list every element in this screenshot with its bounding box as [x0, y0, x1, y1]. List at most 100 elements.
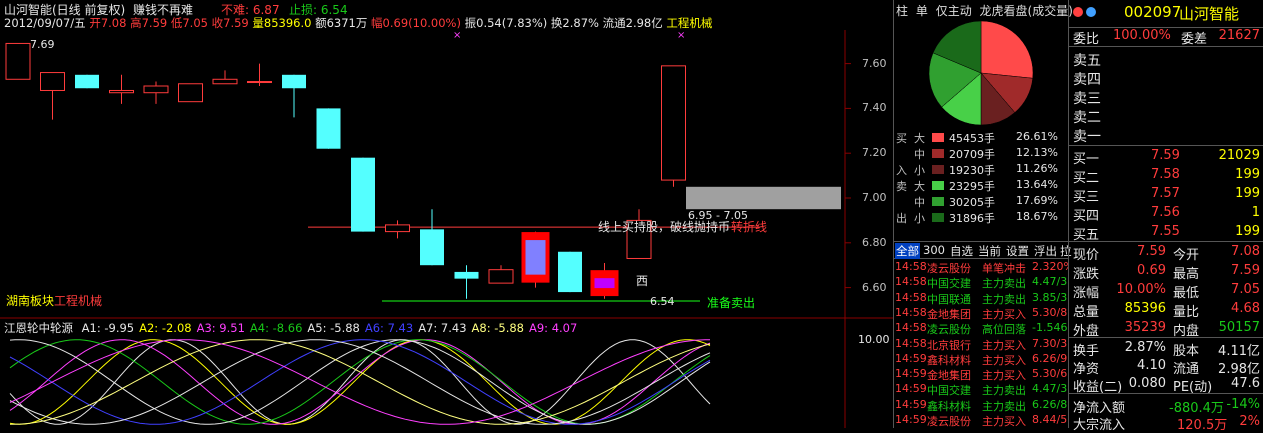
- alert-row[interactable]: 14:59 金地集团 主力买入 5.30/6: [894, 367, 1069, 382]
- top-price-label: 7.69: [30, 38, 55, 51]
- flow-side-label: 卖: [896, 180, 907, 193]
- filter-watchlist[interactable]: 自选: [950, 243, 973, 259]
- alert-stock: 金地集团: [927, 307, 971, 321]
- buy-level: 买二 7.58 199: [1069, 167, 1263, 186]
- alert-time: 14:58: [895, 305, 927, 319]
- kline-chart-panel[interactable]: × × 山河智能(日线 前复权) 赚钱不再难 不难: 6.87 止损: 6.54 …: [0, 0, 893, 428]
- candle: [282, 74, 306, 118]
- alert-action: 主力买入: [982, 307, 1026, 321]
- tab-bar[interactable]: 柱: [894, 2, 910, 19]
- alert-time: 14:59: [895, 382, 927, 396]
- buy-level-volume: 199: [1235, 186, 1260, 201]
- flow-volume: 19230手: [949, 164, 995, 177]
- candle: [661, 65, 686, 187]
- stat-label: 最低: [1173, 286, 1200, 301]
- stock-code: 002097: [1124, 3, 1182, 21]
- flow-percent: 26.61%: [1016, 130, 1058, 143]
- price-tick-label: 6.60: [862, 280, 887, 294]
- indicator-axis-label: 10.00: [858, 333, 890, 346]
- alert-action: 单笔冲击: [982, 262, 1026, 275]
- stat-label: 换手: [1073, 344, 1100, 359]
- tab-single[interactable]: 单: [914, 2, 930, 19]
- alert-row[interactable]: 14:59 凌云股份 主力买入 8.44/5: [894, 413, 1069, 428]
- buy-level: 买五 7.55 199: [1069, 224, 1263, 243]
- candle: [178, 83, 203, 103]
- date-label: 2012/09/07/五: [4, 16, 86, 30]
- alert-action: 主力买入: [982, 338, 1026, 352]
- net-flow-pct: -14%: [1226, 397, 1260, 412]
- filter-current[interactable]: 当前: [978, 243, 1001, 259]
- stat-value: 50157: [1218, 320, 1260, 335]
- flow-row: 卖大 23295手 13.64%: [894, 178, 1069, 193]
- price-tick-label: 6.80: [862, 235, 887, 249]
- filter-300[interactable]: 300: [923, 243, 945, 257]
- stat-value: 47.6: [1231, 376, 1260, 391]
- buy-level-volume: 199: [1235, 167, 1260, 182]
- alert-action: 主力卖出: [982, 277, 1026, 291]
- buy-level-volume: 199: [1235, 224, 1260, 239]
- flow-pie-chart: [928, 20, 1034, 126]
- flow-row: 出小 31896手 18.67%: [894, 210, 1069, 225]
- alert-row[interactable]: 14:58 中国联通 主力卖出 3.85/3: [894, 291, 1069, 306]
- alert-stock: 中国联通: [927, 292, 971, 306]
- price-tick-label: 7.00: [862, 191, 887, 204]
- filter-all[interactable]: 全部: [895, 243, 920, 259]
- alert-row[interactable]: 14:58 北京银行 主力买入 7.30/3: [894, 337, 1069, 352]
- tab-active-only[interactable]: 仅主动: [934, 2, 974, 19]
- range-box: [686, 186, 841, 210]
- alert-row[interactable]: 14:59 鑫科材料 主力买入 6.26/9: [894, 352, 1069, 367]
- sell-level-label: 卖三: [1073, 91, 1101, 107]
- stat-label: 最高: [1173, 267, 1200, 282]
- indicator-value: A2: -2.08: [139, 321, 192, 335]
- buy-level-price: 7.56: [1151, 205, 1180, 220]
- flow-row: 中 20709手 12.13%: [894, 146, 1069, 161]
- alert-row[interactable]: 14:58凌云股份单笔冲击 2.320%: [894, 260, 1069, 275]
- ohlc-info-row: 2012/09/07/五 开7.08 高7.59 低7.05 收7.59 量85…: [4, 15, 712, 31]
- alert-value: 6.26/9: [1032, 351, 1068, 365]
- turnover-label: 换2.87%: [550, 16, 599, 30]
- tab-dragon-tiger[interactable]: 龙虎看盘(成交量): [978, 2, 1075, 19]
- candle: [521, 231, 550, 288]
- block-flow-value: 120.5万: [1177, 418, 1228, 433]
- filter-float[interactable]: 浮出: [1034, 243, 1057, 259]
- alert-stock: 北京银行: [927, 338, 971, 352]
- alert-time: 14:58: [895, 290, 927, 304]
- stat-label: 量比: [1173, 305, 1200, 320]
- indicator-value: A3: 9.51: [196, 321, 245, 335]
- low-marker-label: 6.54: [650, 295, 675, 308]
- sell-level: 卖一: [1069, 126, 1263, 145]
- alert-stock: 凌云股份: [927, 415, 971, 428]
- swing-label: 振0.54(7.83%): [464, 16, 548, 30]
- kline-svg[interactable]: × ×: [0, 0, 893, 428]
- alert-row[interactable]: 14:59 中国交建 主力卖出 4.47/3: [894, 382, 1069, 397]
- sell-level-label: 卖二: [1073, 110, 1101, 126]
- amount-label: 额6371万: [315, 16, 368, 30]
- flow-color-swatch: [932, 165, 944, 174]
- alert-row[interactable]: 14:58 中国交建 主力卖出 4.47/3: [894, 275, 1069, 290]
- buy-level-volume: 1: [1251, 205, 1260, 220]
- stat-row: 外盘 35239 内盘 50157: [1069, 320, 1263, 339]
- sector-row: 湖南板块工程机械: [6, 292, 102, 309]
- alert-row[interactable]: 14:59 鑫科材料 主力卖出 6.26/8: [894, 398, 1069, 413]
- alert-action: 主力买入: [982, 369, 1026, 383]
- alert-time: 14:58: [895, 260, 927, 273]
- alert-action: 主力买入: [982, 353, 1026, 367]
- flow-percent: 13.64%: [1016, 178, 1058, 191]
- stat-value: 35239: [1124, 320, 1166, 335]
- flow-row: 中 30205手 17.69%: [894, 194, 1069, 209]
- alert-value: 4.47/3: [1032, 382, 1068, 396]
- low-label: 低7.05: [170, 16, 208, 30]
- alert-row[interactable]: 14:58 金地集团 主力买入 5.30/8: [894, 306, 1069, 321]
- indicator-value: A6: 7.43: [364, 321, 414, 335]
- filter-settings[interactable]: 设置: [1006, 243, 1029, 259]
- candle: [488, 265, 514, 284]
- quote-header: 002097 山河智能: [1069, 0, 1263, 28]
- alert-value: 5.30/6: [1032, 367, 1068, 381]
- price-tick-label: 7.20: [862, 146, 887, 160]
- flow-color-swatch: [932, 213, 944, 222]
- stat-value: 2.87%: [1124, 340, 1166, 355]
- ready-sell-label: 准备卖出: [707, 296, 756, 310]
- weibi-row: 委比 100.00% 委差 21627: [1069, 28, 1263, 47]
- candle: [316, 108, 341, 149]
- alert-row[interactable]: 14:58 凌云股份 高位回落 -1.546: [894, 321, 1069, 336]
